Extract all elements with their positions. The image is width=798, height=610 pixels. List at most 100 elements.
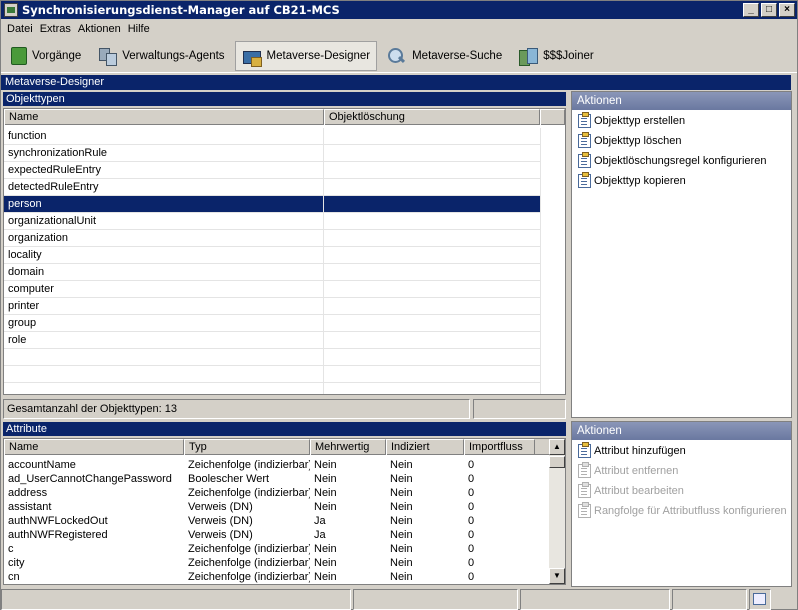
object-type-row[interactable]: locality (4, 247, 541, 264)
object-type-deletion (324, 332, 541, 348)
attribute-row[interactable]: ad_UserCannotChangePassword Boolescher We… (4, 472, 549, 486)
object-types-rows: function synchronizationRule expectedRuleE… (4, 128, 541, 394)
attribute-type: Zeichenfolge (indizierbar) (188, 487, 310, 499)
object-type-row[interactable]: detectedRuleEntry (4, 179, 541, 196)
main-window: Synchronisierungsdienst-Manager auf CB21… (0, 0, 798, 610)
attribute-multivalued: Ja (314, 529, 326, 541)
attribute-indexed: Nein (390, 487, 413, 499)
attribute-action-3: Rangfolge für Attributfluss konfiguriere… (572, 501, 791, 521)
object-type-name (4, 383, 324, 394)
object-type-row[interactable] (4, 383, 541, 394)
attribute-row[interactable]: city Zeichenfolge (indizierbar) Nein Nein 0 (4, 556, 549, 570)
attribute-import-flow: 0 (468, 473, 475, 485)
attribute-row[interactable]: authNWFLockedOut Verweis (DN) Ja Nein 0 (4, 514, 549, 528)
attribute-multivalued: Ja (314, 515, 326, 527)
attribute-row[interactable]: c Zeichenfolge (indizierbar) Nein Nein 0 (4, 542, 549, 556)
toolbar-metaverse-designer-button[interactable]: Metaverse-Designer (234, 40, 378, 71)
column-header-attr-name[interactable]: Name (4, 439, 184, 455)
object-type-deletion (324, 196, 541, 212)
attribute-import-flow: 0 (468, 487, 475, 499)
attribute-indexed: Nein (390, 557, 413, 569)
column-header-name[interactable]: Name (4, 109, 324, 125)
section-title-bar: Metaverse-Designer (1, 75, 791, 90)
object-type-row[interactable]: computer (4, 281, 541, 298)
attribute-row[interactable]: address Zeichenfolge (indizierbar) Nein Nei… (4, 486, 549, 500)
attribute-import-flow: 0 (468, 459, 475, 471)
action-label: Objektlöschungsregel konfigurieren (594, 155, 767, 167)
object-action-3[interactable]: Objekttyp kopieren (572, 171, 791, 191)
attribute-row[interactable]: authNWFRegistered Verweis (DN) Ja Nein 0 (4, 528, 549, 542)
column-header-import-flow[interactable]: Importfluss (464, 439, 535, 455)
object-type-row[interactable]: printer (4, 298, 541, 315)
attributes-list[interactable]: Name Typ Mehrwertig Indiziert Importflus… (3, 438, 566, 585)
attribute-type: Verweis (DN) (188, 529, 253, 541)
object-type-row[interactable]: expectedRuleEntry (4, 162, 541, 179)
minimize-button[interactable]: _ (743, 3, 759, 17)
object-action-2[interactable]: Objektlöschungsregel konfigurieren (572, 151, 791, 171)
toolbar-joiner-button[interactable]: $$$Joiner (512, 41, 600, 71)
maximize-button[interactable]: □ (761, 3, 777, 17)
object-action-0[interactable]: Objekttyp erstellen (572, 111, 791, 131)
object-type-row[interactable] (4, 366, 541, 383)
menu-datei[interactable]: Datei (4, 23, 36, 35)
title-bar: Synchronisierungsdienst-Manager auf CB21… (1, 1, 797, 19)
object-type-row[interactable]: person (4, 196, 541, 213)
object-type-name: detectedRuleEntry (4, 179, 324, 195)
object-type-row[interactable]: group (4, 315, 541, 332)
attribute-type: Zeichenfolge (indizierbar) (188, 557, 310, 569)
attribute-multivalued: Nein (314, 473, 337, 485)
scroll-thumb[interactable] (549, 456, 565, 468)
attribute-import-flow: 0 (468, 557, 475, 569)
clipboard-task-icon (578, 172, 591, 188)
status-segment (1, 589, 351, 610)
status-icon-segment (749, 589, 771, 610)
close-button[interactable]: × (779, 3, 795, 17)
menu-hilfe[interactable]: Hilfe (125, 23, 153, 35)
toolbar-management-agents-button[interactable]: Verwaltungs-Agents (91, 41, 230, 71)
attribute-row[interactable]: assistant Verweis (DN) Nein Nein 0 (4, 500, 549, 514)
toolbar-operations-button[interactable]: Vorgänge (5, 41, 87, 71)
attributes-scrollbar[interactable]: ▲ ▼ (549, 439, 565, 584)
attribute-import-flow: 0 (468, 501, 475, 513)
attribute-indexed: Nein (390, 515, 413, 527)
object-type-row[interactable]: synchronizationRule (4, 145, 541, 162)
object-actions-header: Aktionen (572, 92, 791, 110)
object-type-row[interactable]: role (4, 332, 541, 349)
object-type-name: role (4, 332, 324, 348)
attribute-name: accountName (8, 459, 76, 471)
attribute-multivalued: Nein (314, 501, 337, 513)
column-header-object-deletion[interactable]: Objektlöschung (324, 109, 540, 125)
scroll-up-button[interactable]: ▲ (549, 439, 565, 455)
menu-aktionen[interactable]: Aktionen (75, 23, 124, 35)
column-header-type[interactable]: Typ (184, 439, 310, 455)
attribute-name: authNWFRegistered (8, 529, 108, 541)
scroll-down-button[interactable]: ▼ (549, 568, 565, 584)
operations-icon (11, 46, 27, 65)
object-type-row[interactable]: organization (4, 230, 541, 247)
object-type-name: organization (4, 230, 324, 246)
menu-extras[interactable]: Extras (37, 23, 74, 35)
object-action-1[interactable]: Objekttyp löschen (572, 131, 791, 151)
attribute-row[interactable]: accountName Zeichenfolge (indizierbar) Nei… (4, 458, 549, 472)
attribute-action-0[interactable]: Attribut hinzufügen (572, 441, 791, 461)
attribute-multivalued: Nein (314, 557, 337, 569)
object-type-row[interactable]: function (4, 128, 541, 145)
clipboard-task-icon (578, 502, 591, 518)
object-type-row[interactable] (4, 349, 541, 366)
attribute-row[interactable]: cn Zeichenfolge (indizierbar) Nein Nein 0 (4, 570, 549, 584)
object-type-name (4, 366, 324, 382)
object-types-status-empty (473, 399, 566, 419)
attribute-action-2: Attribut bearbeiten (572, 481, 791, 501)
app-icon (4, 3, 18, 17)
object-type-name: computer (4, 281, 324, 297)
column-header-multivalued[interactable]: Mehrwertig (310, 439, 386, 455)
attributes-rows: accountName Zeichenfolge (indizierbar) Nei… (4, 458, 549, 584)
object-type-row[interactable]: domain (4, 264, 541, 281)
object-type-row[interactable]: organizationalUnit (4, 213, 541, 230)
window-title: Synchronisierungsdienst-Manager auf CB21… (22, 3, 340, 17)
object-types-list[interactable]: Name Objektlöschung function synchronizat… (3, 108, 566, 395)
attribute-indexed: Nein (390, 459, 413, 471)
attribute-type: Zeichenfolge (indizierbar) (188, 543, 310, 555)
column-header-indexed[interactable]: Indiziert (386, 439, 464, 455)
toolbar-metaverse-search-button[interactable]: Metaverse-Suche (381, 41, 508, 71)
